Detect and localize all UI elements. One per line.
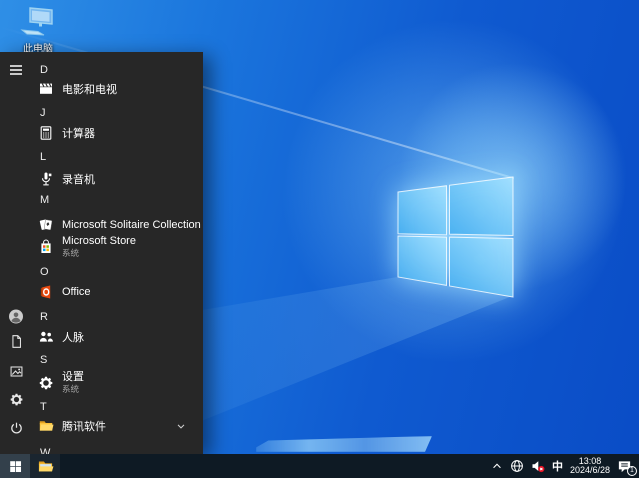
folder-icon [38,418,54,434]
section-letter: D [40,64,48,76]
app-label: 设置 [62,370,84,383]
clock-date: 2024/6/28 [569,465,610,475]
app-list-item-office[interactable]: Office [36,281,199,303]
show-hidden-icons-button[interactable] [491,460,503,472]
this-pc-icon [20,7,53,36]
hamburger-icon [10,65,22,75]
solitaire-icon [38,217,54,233]
action-center-button[interactable]: 1 [617,458,637,476]
voice-recorder-icon [38,171,54,187]
app-list-item-microsoft-store[interactable]: Microsoft Store 系统 [36,234,199,258]
store-icon [38,239,54,255]
start-menu: D 电影和电视 J 计算器 L 录音机 M Microsoft Solitair… [0,52,203,454]
app-list-letter-o[interactable]: O [40,261,199,283]
app-label: 电影和电视 [62,84,117,96]
app-list-letter-w[interactable]: W [40,442,199,454]
app-label: Office [62,286,91,298]
app-label: 录音机 [62,174,95,186]
taskbar-clock[interactable]: 13:08 2024/6/28 [569,456,610,476]
app-list-item-people[interactable]: 人脉 [36,326,199,348]
movies-tv-icon [38,81,54,97]
network-globe-icon [511,460,523,472]
file-explorer-icon [38,461,53,471]
volume-muted-icon [532,461,545,473]
hamburger-menu-button[interactable] [8,62,24,78]
section-letter: W [40,447,51,454]
app-list-item-voice-recorder[interactable]: 录音机 [36,168,199,190]
app-list-group-tencent[interactable]: 腾讯软件 [36,415,199,437]
desktop-watermark [256,436,432,452]
app-label: Microsoft Store [62,234,136,247]
file-explorer-button[interactable] [30,454,60,478]
app-sublabel: 系统 [62,247,80,258]
taskbar: 中 13:08 2024/6/28 1 [0,454,639,478]
power-button[interactable] [8,420,24,436]
desktop-icon-this-pc[interactable]: 此电脑 [8,6,68,55]
group-label: 腾讯软件 [62,421,106,433]
app-label: Microsoft Solitaire Collection [62,219,201,231]
app-label: 人脉 [62,332,84,344]
section-letter: R [40,311,48,323]
notification-badge: 1 [627,466,637,476]
chevron-down-icon[interactable] [175,420,187,432]
section-letter: M [40,194,50,206]
app-list-item-solitaire[interactable]: Microsoft Solitaire Collection [36,214,201,236]
office-icon [38,284,54,300]
pictures-icon [10,365,22,377]
section-letter: S [40,354,48,366]
settings-icon [38,375,54,391]
section-letter: T [40,401,47,413]
app-list-item-movies-tv[interactable]: 电影和电视 [36,78,199,100]
power-icon [10,422,22,433]
app-label: 计算器 [62,128,95,140]
app-list-item-settings[interactable]: 设置 系统 [36,370,199,394]
app-sublabel: 系统 [62,383,80,394]
section-letter: L [40,151,47,163]
windows-logo-wallpaper [397,176,514,298]
document-icon [11,334,21,348]
app-list-letter-s[interactable]: S [40,349,199,371]
people-icon [38,329,54,345]
app-list-letter-r[interactable]: R [40,306,199,328]
start-menu-rail [0,52,32,454]
pictures-button[interactable] [8,363,24,379]
calculator-icon [38,125,54,141]
section-letter: J [40,107,46,119]
volume-tray-button[interactable] [531,459,545,473]
system-tray: 中 13:08 2024/6/28 1 [491,454,639,478]
chevron-up-icon [493,463,501,469]
user-avatar-icon [9,309,23,323]
app-list-letter-m[interactable]: M [40,189,199,211]
settings-rail-button[interactable] [8,391,24,407]
ime-indicator[interactable]: 中 [552,458,563,474]
gear-icon [10,393,22,405]
section-letter: O [40,266,49,278]
windows-start-icon [9,460,21,472]
app-list-item-calculator[interactable]: 计算器 [36,122,199,144]
network-tray-button[interactable] [510,459,524,473]
windows-desktop: 此电脑 D 电影和电视 J 计算器 L 录音机 M Microsoft Soli… [0,0,639,478]
app-list-letter-l[interactable]: L [40,146,199,168]
start-button[interactable] [0,454,30,478]
user-profile-button[interactable] [8,308,24,324]
app-list-letter-j[interactable]: J [40,102,199,124]
documents-button[interactable] [8,333,24,349]
